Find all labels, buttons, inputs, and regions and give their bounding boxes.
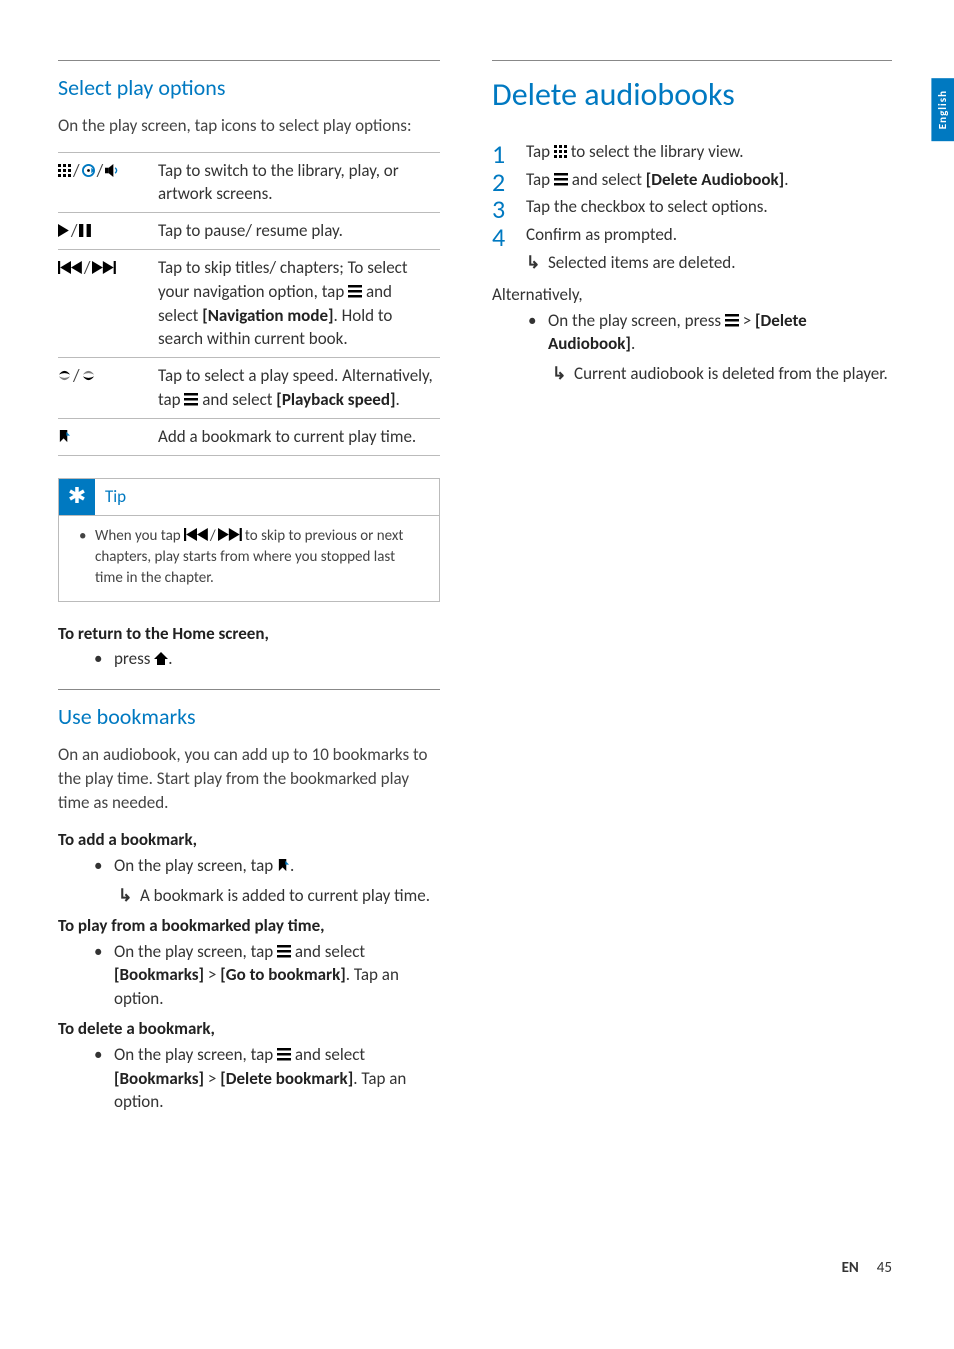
bookmarks-intro: On an audiobook, you can add up to 10 bo…	[58, 743, 440, 814]
table-row: / Tap to skip titles/ chapters; To selec…	[58, 249, 440, 357]
add-bookmark-result: A bookmark is added to current play time…	[118, 884, 440, 908]
page-footer: EN 45	[842, 1258, 892, 1279]
tip-star-icon: ✱	[59, 479, 95, 515]
table-row: / Tap to select a play speed. Alternativ…	[58, 358, 440, 419]
footer-page: 45	[877, 1259, 892, 1277]
step-1: Tap to select the library view.	[492, 140, 892, 164]
home-icon	[154, 652, 168, 665]
table-row: Add a bookmark to current play time.	[58, 418, 440, 455]
tip-box: ✱ Tip When you tap / to skip to previous…	[58, 478, 440, 602]
footer-lang: EN	[842, 1259, 859, 1277]
section-delete-audiobooks: Delete audiobooks	[492, 73, 892, 118]
language-tab: English	[931, 78, 954, 141]
pause-icon	[79, 224, 91, 237]
menu-icon	[348, 285, 362, 298]
library-icon	[58, 164, 71, 177]
right-column: Delete audiobooks Tap to select the libr…	[492, 60, 892, 1120]
play-icon	[58, 224, 69, 237]
step-3: Tap the checkbox to select options.	[492, 195, 892, 219]
return-home-item: press .	[94, 647, 440, 671]
menu-icon	[277, 1048, 291, 1061]
alt-item: On the play screen, press > [Delete Audi…	[528, 309, 892, 357]
bookmark-icon	[277, 859, 290, 872]
row-desc: Tap to pause/ resume play.	[158, 213, 440, 250]
library-icon	[554, 145, 567, 158]
step-2: Tap and select [Delete Audiobook].	[492, 168, 892, 192]
tip-label: Tip	[105, 481, 126, 513]
bookmark-icon	[58, 430, 71, 443]
slow-icon	[58, 369, 71, 382]
disc-icon	[82, 164, 95, 177]
add-bookmark-item: On the play screen, tap .	[94, 854, 440, 878]
row-desc: Tap to switch to the library, play, or a…	[158, 152, 440, 213]
table-row: / Tap to pause/ resume play.	[58, 213, 440, 250]
row-desc: Add a bookmark to current play time.	[158, 418, 440, 455]
section-select-play-options: Select play options	[58, 73, 440, 104]
prev-icon	[58, 261, 82, 274]
table-row: // Tap to switch to the library, play, o…	[58, 152, 440, 213]
menu-icon	[277, 945, 291, 958]
prev-icon	[184, 528, 208, 541]
play-bookmark-head: To play from a bookmarked play time,	[58, 914, 440, 938]
step-4-result: Selected items are deleted.	[526, 251, 892, 275]
alternatively: Alternatively,	[492, 283, 892, 307]
add-bookmark-head: To add a bookmark,	[58, 828, 440, 852]
menu-icon	[725, 314, 739, 327]
play-options-table: // Tap to switch to the library, play, o…	[58, 152, 440, 456]
return-home-head: To return to the Home screen,	[58, 622, 440, 646]
row-desc: Tap to select a play speed. Alternativel…	[158, 358, 440, 419]
delete-steps: Tap to select the library view. Tap and …	[492, 140, 892, 247]
fast-icon	[82, 369, 95, 382]
delete-bookmark-head: To delete a bookmark,	[58, 1017, 440, 1041]
speaker-icon	[105, 164, 119, 177]
step-4: Confirm as prompted.	[492, 223, 892, 247]
next-icon	[218, 528, 242, 541]
intro-text: On the play screen, tap icons to select …	[58, 114, 440, 138]
left-column: Select play options On the play screen, …	[58, 60, 440, 1120]
delete-bookmark-item: On the play screen, tap and select [Book…	[94, 1043, 440, 1114]
play-bookmark-item: On the play screen, tap and select [Book…	[94, 940, 440, 1011]
menu-icon	[554, 173, 568, 186]
tip-text: When you tap / to skip to previous or ne…	[83, 526, 425, 589]
menu-icon	[184, 393, 198, 406]
alt-result: Current audiobook is deleted from the pl…	[552, 362, 892, 386]
next-icon	[92, 261, 116, 274]
row-desc: Tap to skip titles/ chapters; To select …	[158, 249, 440, 357]
section-use-bookmarks: Use bookmarks	[58, 702, 440, 733]
